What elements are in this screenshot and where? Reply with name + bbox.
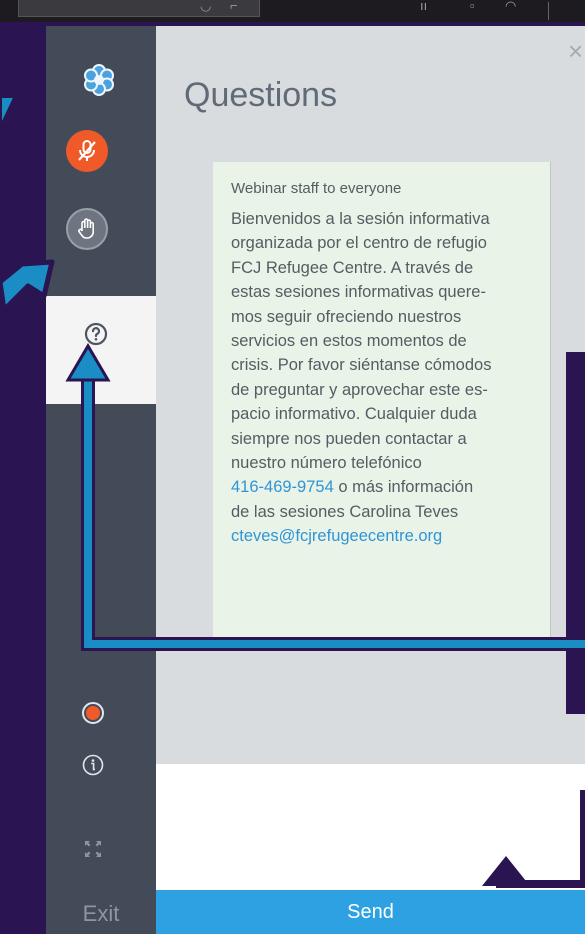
info-icon[interactable] [82, 754, 104, 776]
message-text: o más información [333, 478, 474, 497]
app-logo-icon [81, 62, 117, 98]
close-icon[interactable]: × [568, 36, 583, 67]
annotation-box-right [566, 352, 585, 714]
message-line: de las sesiones Carolina Teves [231, 502, 459, 521]
message-line: cteves@fcjrefugeecentre.org [231, 524, 536, 548]
message-line: siempre nos pueden contactar a [231, 429, 467, 448]
message-line: de preguntar y aprovechar este es- [231, 380, 488, 399]
mute-microphone-button[interactable] [66, 130, 108, 172]
panel-title: Questions [184, 76, 338, 114]
microphone-muted-icon [78, 140, 96, 161]
message-sender: Webinar staff to everyone [231, 180, 402, 197]
email-link[interactable]: cteves@fcjrefugeecentre.org [231, 527, 442, 545]
webinar-sidebar: Exit [46, 26, 156, 934]
question-input[interactable] [156, 764, 585, 890]
toolbar-icon[interactable]: ▫ [470, 0, 475, 12]
message-line: nuestro número telefónico [231, 454, 422, 473]
message-card: Webinar staff to everyone Bienvenidos a … [213, 162, 551, 637]
toolbar-icon[interactable]: ıı [420, 0, 427, 12]
active-tab-background [46, 296, 156, 404]
phone-link[interactable]: 416-469-9754 [231, 478, 334, 496]
annotation-frame-right [580, 790, 585, 880]
toolbar-icon[interactable]: ◠ [505, 0, 516, 12]
message-line: crisis. Por favor siéntanse cómodos [231, 356, 492, 375]
message-line: mos seguir ofreciendo nuestros [231, 307, 462, 326]
message-line: FCJ Refugee Centre. A través de [231, 258, 474, 277]
message-line: Bienvenidos a la sesión informativa [231, 210, 490, 228]
expand-icon[interactable] [84, 840, 102, 858]
toolbar-icon[interactable]: ◡ [200, 0, 211, 12]
message-line: estas sesiones informativas quere- [231, 283, 486, 302]
browser-tab[interactable] [18, 0, 260, 17]
browser-toolbar: ◡ ⌐ ıı ▫ ◠ [0, 0, 585, 22]
annotation-frame-left [0, 22, 46, 934]
message-line: pacio informativo. Cualquier duda [231, 405, 477, 424]
questions-icon[interactable] [84, 322, 108, 346]
message-line: servicios en estos momentos de [231, 332, 467, 351]
raise-hand-icon [78, 218, 94, 239]
record-icon[interactable] [82, 702, 104, 724]
toolbar-icon[interactable]: ⌐ [230, 0, 238, 12]
message-line: 416-469-9754 o más información [231, 475, 536, 499]
send-button[interactable]: Send [156, 890, 585, 934]
message-body: Bienvenidos a la sesión informativa orga… [231, 207, 536, 549]
exit-button[interactable]: Exit [46, 901, 156, 927]
toolbar-divider [548, 2, 549, 20]
message-line: organizada por el centro de refugio [231, 234, 487, 253]
raise-hand-button[interactable] [66, 208, 108, 250]
questions-panel: Questions × Webinar staff to everyone Bi… [156, 26, 585, 934]
